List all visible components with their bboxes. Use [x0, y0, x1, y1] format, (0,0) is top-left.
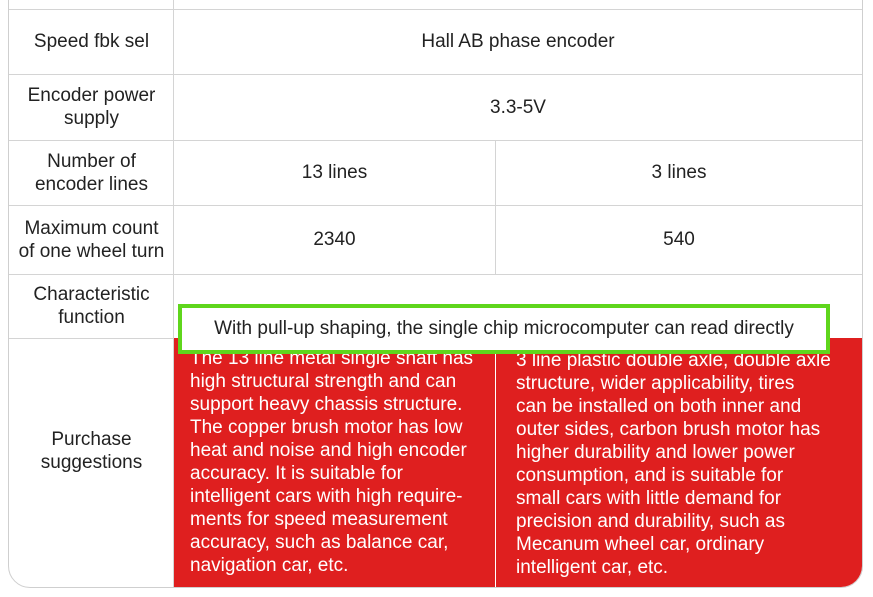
- value-text: 3.3-5V: [490, 96, 546, 118]
- value-text: 2340: [313, 229, 356, 250]
- value-text: 540: [663, 229, 695, 250]
- text-line: structure, wider applicability, tires: [516, 373, 795, 394]
- text-line: small cars with little demand for: [516, 488, 782, 509]
- text-line: consumption, and is suitable for: [516, 465, 784, 486]
- label-line: of one wheel turn: [18, 240, 165, 262]
- purchase-13-line-text: The 13 line metal single shaft has high …: [190, 347, 495, 577]
- text-line: can be installed on both inner and: [516, 396, 802, 417]
- text-line: Mecanum wheel car, ordinary: [516, 534, 765, 555]
- row-label-encoder-power: Encoder power supply: [9, 74, 174, 140]
- text-line: high structural strength and can: [190, 371, 457, 392]
- row-value-speed-fbk: Hall AB phase encoder: [174, 9, 862, 74]
- text-line: navigation car, etc.: [190, 555, 349, 576]
- text-line: outer sides, carbon brush motor has: [516, 419, 821, 440]
- label-line: Number of: [47, 150, 136, 172]
- row-value-encoder-lines-13: 13 lines: [174, 140, 495, 205]
- text-line: intelligent cars with high require-: [190, 486, 463, 507]
- label-line: suggestions: [40, 451, 143, 473]
- row-value-encoder-lines-3: 3 lines: [496, 140, 862, 205]
- row-value-encoder-power: 3.3-5V: [174, 74, 862, 140]
- label-line: encoder lines: [34, 173, 149, 195]
- row-label-max-count: Maximum count of one wheel turn: [9, 205, 174, 274]
- characteristic-highlight-box: With pull-up shaping, the single chip mi…: [178, 304, 830, 354]
- row-value-max-count-3: 540: [496, 205, 862, 274]
- row-label-speed-fbk: Speed fbk sel: [9, 9, 174, 74]
- text-line: The copper brush motor has low: [190, 417, 463, 438]
- text-line: intelligent car, etc.: [516, 557, 669, 578]
- text-line: precision and durability, such as: [516, 511, 785, 532]
- row-value-max-count-13: 2340: [174, 205, 495, 274]
- label-line: Characteristic: [33, 284, 150, 305]
- characteristic-text: With pull-up shaping, the single chip mi…: [214, 318, 794, 339]
- value-text: 3 lines: [651, 162, 707, 183]
- spec-table: Speed fbk sel Hall AB phase encoder Enco…: [8, 0, 863, 588]
- label-line: supply: [64, 108, 119, 129]
- label-line: Purchase: [51, 428, 132, 450]
- text-line: accuracy, such as balance car,: [190, 532, 449, 553]
- label-line: Encoder power: [27, 85, 156, 106]
- label-line: Maximum count: [24, 217, 159, 239]
- text-line: accuracy. It is suitable for: [190, 463, 403, 484]
- row-label-encoder-lines: Number of encoder lines: [9, 140, 174, 205]
- value-text: Hall AB phase encoder: [421, 31, 615, 52]
- purchase-3-line-text: 3 line plastic double axle, double axle …: [516, 349, 862, 579]
- text-line: ments for speed measurement: [190, 509, 448, 530]
- text-line: higher durability and lower power: [516, 442, 795, 463]
- row-label-purchase: Purchase suggestions: [9, 338, 174, 587]
- label-line: function: [58, 307, 125, 328]
- text-line: heat and noise and high encoder: [190, 440, 467, 461]
- value-text: 13 lines: [301, 162, 368, 183]
- row-label-characteristic: Characteristic function: [9, 274, 174, 338]
- label-text: Speed fbk sel: [33, 31, 150, 52]
- text-line: support heavy chassis structure.: [190, 394, 463, 415]
